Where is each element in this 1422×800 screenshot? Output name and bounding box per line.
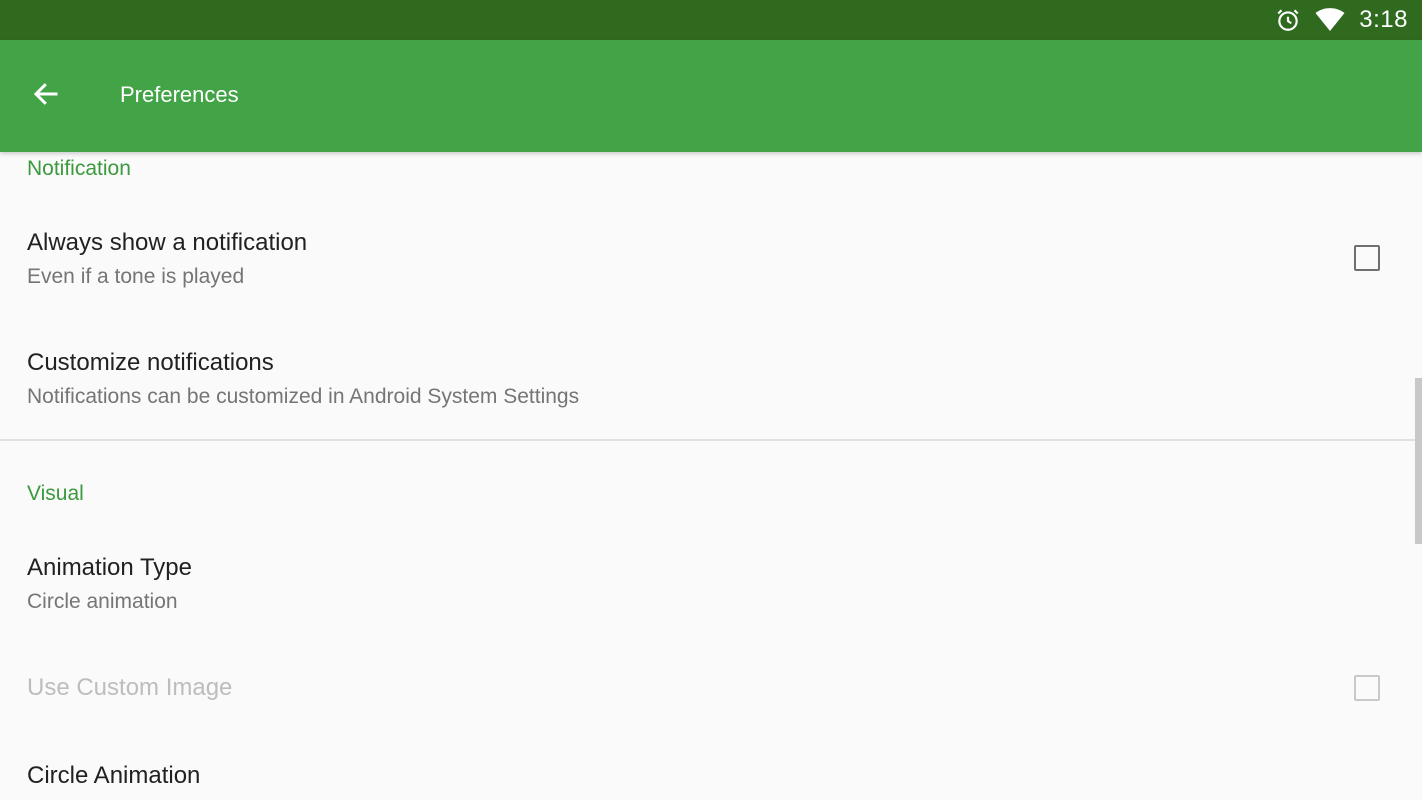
arrow-back-icon bbox=[31, 79, 61, 114]
section-divider bbox=[0, 439, 1422, 441]
status-bar: 3:18 bbox=[0, 0, 1422, 40]
pref-summary: Notifications can be customized in Andro… bbox=[27, 385, 580, 408]
pref-circle-animation[interactable]: Circle Animation bbox=[0, 732, 1422, 800]
app-bar: Preferences bbox=[0, 40, 1422, 152]
status-icons: 3:18 bbox=[1275, 0, 1408, 40]
pref-summary: Even if a tone is played bbox=[27, 265, 245, 288]
pref-title: Circle Animation bbox=[27, 762, 201, 789]
section-header-notification: Notification bbox=[27, 157, 131, 180]
always-show-notification-checkbox[interactable] bbox=[1354, 245, 1380, 271]
pref-animation-type[interactable]: Animation Type Circle animation bbox=[0, 527, 1422, 637]
page-title: Preferences bbox=[120, 82, 239, 107]
pref-title: Customize notifications bbox=[27, 349, 274, 376]
pref-always-show-notification[interactable]: Always show a notification Even if a ton… bbox=[0, 202, 1422, 317]
wifi-icon bbox=[1315, 8, 1345, 32]
status-time: 3:18 bbox=[1359, 6, 1408, 33]
scrollbar[interactable] bbox=[1415, 378, 1422, 544]
back-button[interactable] bbox=[22, 72, 70, 120]
use-custom-image-checkbox[interactable] bbox=[1354, 675, 1380, 701]
pref-customize-notifications[interactable]: Customize notifications Notifications ca… bbox=[0, 322, 1422, 437]
pref-use-custom-image[interactable]: Use Custom Image bbox=[0, 647, 1422, 732]
pref-summary: Circle animation bbox=[27, 590, 178, 613]
pref-title: Use Custom Image bbox=[27, 674, 233, 701]
preferences-list[interactable]: Notification Always show a notification … bbox=[0, 152, 1422, 800]
pref-title: Always show a notification bbox=[27, 229, 308, 256]
section-header-visual: Visual bbox=[27, 482, 84, 505]
pref-title: Animation Type bbox=[27, 554, 192, 581]
alarm-icon bbox=[1275, 7, 1301, 33]
